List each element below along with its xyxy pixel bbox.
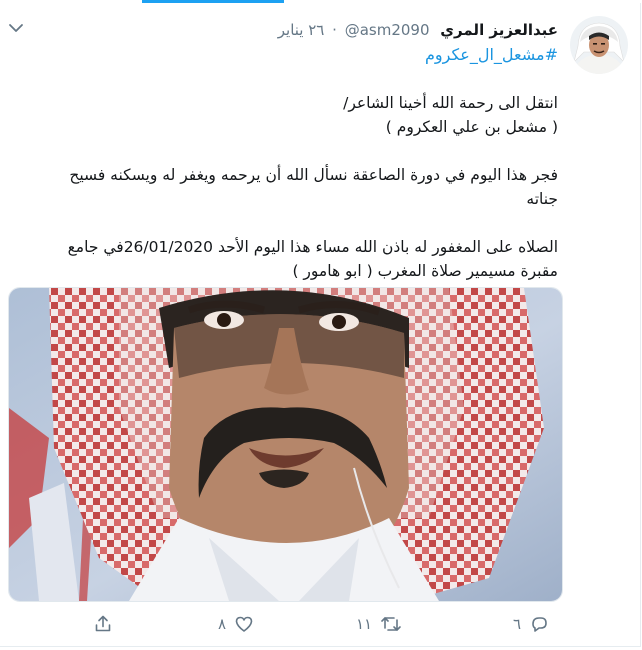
share-icon [95,615,111,632]
paragraph-line: مقبرة مسيمير صلاة المغرب ( ابو هامور ) [292,262,558,280]
paragraph-line: انتقل الى رحمة الله أخينا الشاعر/ [343,94,558,112]
display-name[interactable]: عبدالعزيز المري [440,21,558,39]
retweet-icon [381,617,401,631]
reply-count: ٦ [513,615,522,633]
retweet-button[interactable]: ١١ [356,609,402,639]
hashtag-line: #مشعل_ال_عكروم [18,43,558,67]
avatar-image [570,16,628,74]
tweet-header: عبدالعزيز المري @asm2090 · ٢٦ يناير [18,18,558,42]
share-button[interactable] [93,609,113,639]
tweet-paragraph: فجر هذا اليوم في دورة الصاعقة نسأل الله … [10,163,558,211]
user-handle[interactable]: @asm2090 [345,21,430,39]
tweet-paragraph: انتقل الى رحمة الله أخينا الشاعر/ ( مشعل… [10,91,558,139]
reply-icon [532,617,547,632]
reply-button[interactable]: ٦ [513,609,549,639]
retweet-count: ١١ [356,615,373,633]
tweet-text: انتقل الى رحمة الله أخينا الشاعر/ ( مشعل… [10,91,558,283]
like-count: ٨ [218,615,227,633]
tweet-action-bar: ٦ ١١ ٨ [0,609,640,639]
tweet-card[interactable]: عبدالعزيز المري @asm2090 · ٢٦ يناير #مشع… [0,3,641,647]
photo-image [9,288,562,601]
header-separator: · [332,21,337,39]
tweet-media-photo[interactable] [8,287,563,602]
paragraph-line: الصلاه على المغفور له باذن الله مساء هذا… [67,238,558,256]
hashtag-link[interactable]: #مشعل_ال_عكروم [425,45,558,64]
heart-icon [235,616,253,632]
tweet-timestamp[interactable]: ٢٦ يناير [278,21,325,39]
tweet-page: عبدالعزيز المري @asm2090 · ٢٦ يناير #مشع… [0,0,642,650]
like-button[interactable]: ٨ [218,609,254,639]
avatar[interactable] [570,16,628,74]
paragraph-line: ( مشعل بن علي العكروم ) [385,118,558,136]
paragraph-line: جناته [526,190,558,208]
tweet-paragraph: الصلاه على المغفور له باذن الله مساء هذا… [10,235,558,283]
paragraph-line: فجر هذا اليوم في دورة الصاعقة نسأل الله … [69,166,558,184]
